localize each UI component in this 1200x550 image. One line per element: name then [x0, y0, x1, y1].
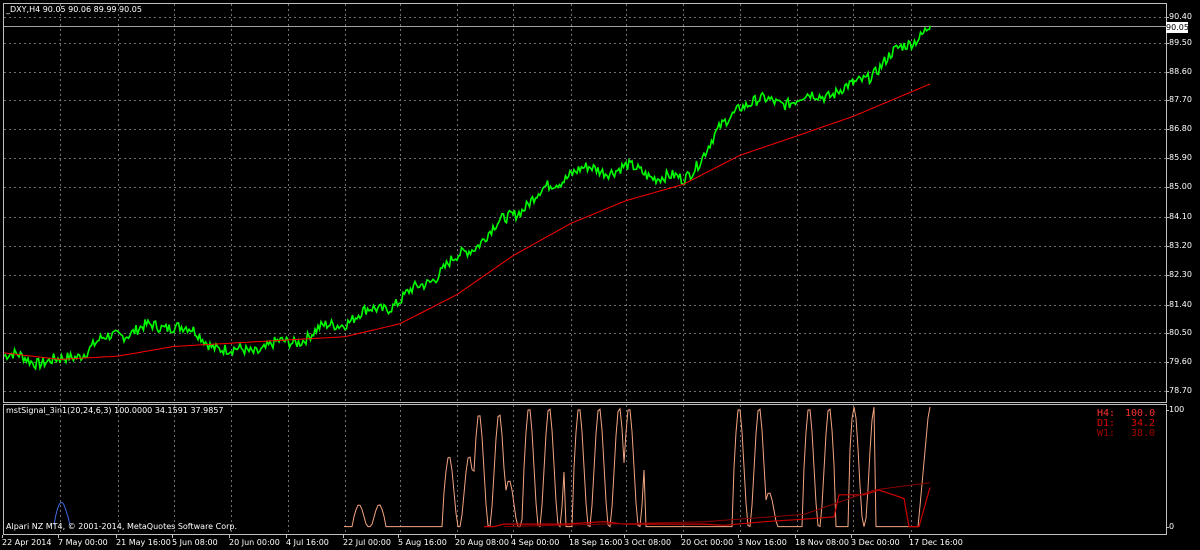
readout-w1-value: 38.0	[1131, 428, 1156, 439]
time-axis-label: 3 Nov 16:00	[738, 535, 787, 547]
price-axis-label: 88.60	[1166, 67, 1192, 76]
indicator-axis-label-100: 100	[1165, 405, 1185, 414]
time-axis-label: 20 Oct 00:00	[681, 535, 734, 547]
price-axis-label: 89.50	[1166, 38, 1192, 47]
price-axis-label: 78.70	[1166, 386, 1192, 395]
price-axis-label: 85.00	[1166, 182, 1192, 191]
time-axis-label: 4 Sep 00:00	[511, 535, 560, 547]
price-axis-label: 81.40	[1166, 300, 1192, 309]
price-axis-label: 80.50	[1166, 328, 1192, 337]
time-axis-label: 21 May 16:00	[116, 535, 171, 547]
time-axis-label: 7 May 00:00	[58, 535, 108, 547]
time-axis-label: 18 Nov 08:00	[795, 535, 849, 547]
price-axis-label: 86.80	[1166, 124, 1192, 133]
indicator-title: mstSignal_3in1(20,24,6,3) 100.0000 34.15…	[6, 406, 224, 415]
time-axis-label: 20 Jun 00:00	[229, 535, 280, 547]
time-axis-label: 4 Jul 16:00	[286, 535, 329, 547]
indicator-chart[interactable]	[4, 405, 1166, 534]
readout-w1: W1: 38.0	[1097, 429, 1155, 439]
price-axis-label: 82.30	[1166, 270, 1192, 279]
time-axis-label: 22 Apr 2014	[2, 535, 52, 547]
price-axis-label: 87.70	[1166, 95, 1192, 104]
time-axis-label: 3 Dec 00:00	[851, 535, 900, 547]
indicator-readouts: H4: 100.0 D1: 34.2 W1: 38.0	[1097, 409, 1155, 439]
time-axis-label: 18 Sep 16:00	[569, 535, 623, 547]
indicator-axis-label-0: 0	[1165, 522, 1175, 531]
readout-w1-label: W1:	[1097, 428, 1116, 439]
time-axis-label: 20 Aug 08:00	[455, 535, 509, 547]
current-price-tag: 90.05	[1166, 22, 1189, 33]
price-series-line	[4, 25, 931, 372]
time-axis-label: 3 Oct 08:00	[624, 535, 672, 547]
indicator-h4-line	[344, 406, 931, 528]
price-axis-label: 90.40	[1166, 12, 1192, 21]
moving-average-line	[4, 83, 931, 360]
main-chart[interactable]	[4, 4, 1166, 402]
time-axis-label: 22 Jul 00:00	[343, 535, 391, 547]
price-axis-label: 85.90	[1166, 153, 1192, 162]
price-axis-label: 83.20	[1166, 241, 1192, 250]
copyright-text: Alpari NZ MT4, © 2001-2014, MetaQuotes S…	[6, 522, 238, 531]
time-axis-label: 5 Aug 16:00	[398, 535, 447, 547]
chart-title: _DXY,H4 90.05 90.06 89.99 90.05	[6, 5, 142, 14]
time-axis-label: 17 Dec 16:00	[909, 535, 963, 547]
time-axis-label: 5 Jun 08:00	[172, 535, 218, 547]
price-axis-label: 79.60	[1166, 357, 1192, 366]
price-axis-label: 84.10	[1166, 212, 1192, 221]
